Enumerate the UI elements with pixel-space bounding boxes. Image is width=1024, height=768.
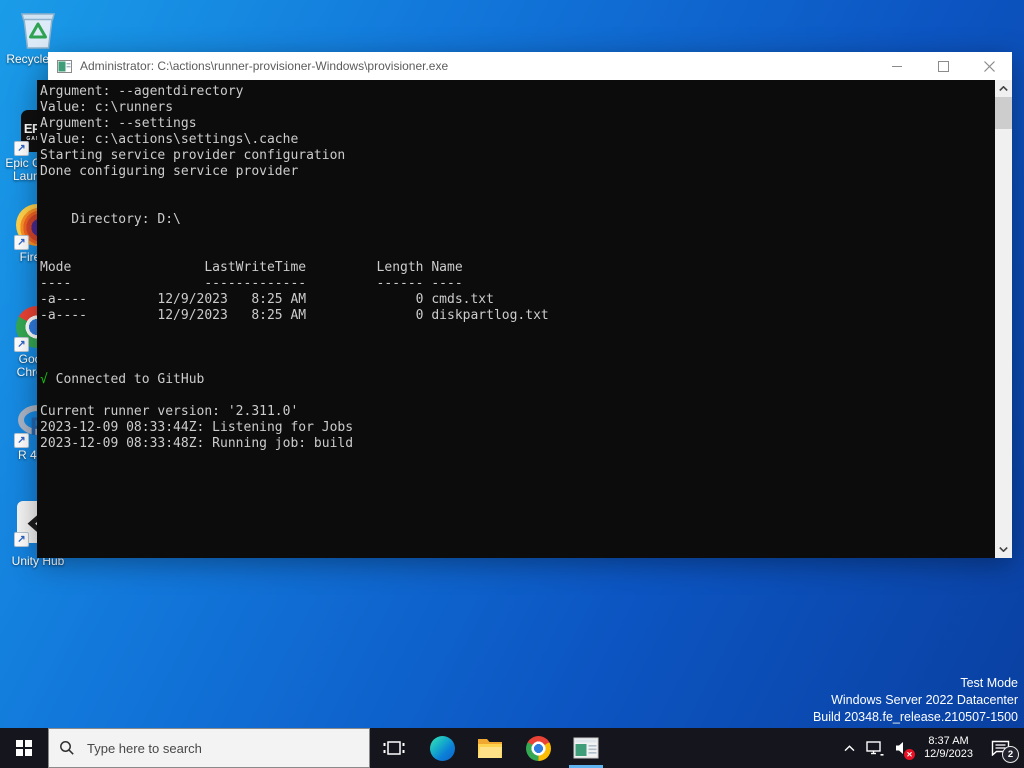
- file-explorer-taskbar-button[interactable]: [466, 728, 514, 768]
- console-scrollbar[interactable]: [995, 80, 1012, 558]
- network-icon: [866, 740, 884, 756]
- maximize-icon: [937, 60, 949, 72]
- console-line: Current runner version: '2.311.0': [40, 404, 299, 419]
- system-info-line: Windows Server 2022 Datacenter: [831, 693, 1018, 707]
- scroll-up-button[interactable]: [995, 80, 1012, 97]
- edge-icon: [429, 735, 455, 761]
- console-line: Argument: --settings: [40, 116, 197, 131]
- system-info: Test Mode Windows Server 2022 Datacenter…: [813, 675, 1018, 726]
- start-button[interactable]: [0, 728, 48, 768]
- chevron-up-icon: [844, 744, 855, 751]
- console-line: Done configuring service provider: [40, 164, 299, 179]
- desktop: Recycle Bin EPIC GAMES ↗ Epic Games Laun…: [0, 0, 1024, 768]
- console-line: 2023-12-09 08:33:44Z: Listening for Jobs: [40, 420, 354, 435]
- shortcut-arrow-icon: ↗: [14, 433, 29, 448]
- clock-time: 8:37 AM: [928, 735, 969, 747]
- chrome-taskbar-button[interactable]: [514, 728, 562, 768]
- system-info-line: Build 20348.fe_release.210507-1500: [812, 710, 1018, 724]
- shortcut-arrow-icon: ↗: [14, 141, 29, 156]
- shortcut-arrow-icon: ↗: [14, 235, 29, 250]
- chrome-icon: [525, 735, 551, 761]
- console-line: Value: c:\runners: [40, 100, 174, 115]
- mute-badge: ✕: [904, 749, 916, 760]
- console-line: -a---- 12/9/2023 8:25 AM 0 cmds.txt: [40, 292, 494, 307]
- console-app-icon: [57, 59, 72, 73]
- maximize-button[interactable]: [920, 52, 966, 80]
- tray-clock[interactable]: 8:37 AM 12/9/2023: [917, 728, 980, 768]
- console-window-icon: [573, 737, 599, 759]
- console-output: Argument: --agentdirectory Value: c:\runn…: [40, 84, 994, 452]
- file-explorer-icon: [478, 739, 502, 758]
- recycle-bin-icon: [16, 6, 60, 50]
- console-line: Mode LastWriteTime Length Name: [40, 260, 463, 275]
- action-center-button[interactable]: 2: [980, 728, 1020, 768]
- console-line: Directory: D:\: [40, 212, 181, 227]
- minimize-button[interactable]: [874, 52, 920, 80]
- minimize-icon: [892, 65, 902, 67]
- console-line: Value: c:\actions\settings\.cache: [40, 132, 299, 147]
- console-line: Argument: --agentdirectory: [40, 84, 244, 99]
- task-view-icon: [383, 741, 405, 755]
- scroll-down-button[interactable]: [995, 541, 1012, 558]
- taskbar: ✕ 8:37 AM 12/9/2023 2: [0, 728, 1024, 768]
- clock-date: 12/9/2023: [924, 748, 973, 760]
- edge-taskbar-button[interactable]: [418, 728, 466, 768]
- close-button[interactable]: [966, 52, 1012, 80]
- chevron-down-icon: [999, 547, 1008, 552]
- search-icon: [60, 741, 74, 755]
- console-client-area[interactable]: Argument: --agentdirectory Value: c:\runn…: [37, 80, 1012, 558]
- window-title-bar[interactable]: Administrator: C:\actions\runner-provisi…: [48, 52, 1012, 80]
- volume-tray-button[interactable]: ✕: [889, 728, 917, 768]
- task-view-button[interactable]: [370, 728, 418, 768]
- system-info-line: Test Mode: [960, 676, 1018, 690]
- console-window: Administrator: C:\actions\runner-provisi…: [37, 52, 1012, 558]
- network-tray-button[interactable]: [861, 728, 889, 768]
- taskbar-search[interactable]: [48, 728, 370, 768]
- tray-overflow-button[interactable]: [837, 728, 861, 768]
- close-icon: [983, 60, 995, 72]
- windows-logo-icon: [16, 740, 32, 756]
- console-line: √ Connected to GitHub: [40, 372, 205, 387]
- console-line: 2023-12-09 08:33:48Z: Running job: build: [40, 436, 354, 451]
- notification-count-badge: 2: [1002, 746, 1019, 763]
- shortcut-arrow-icon: ↗: [14, 532, 29, 547]
- system-tray: ✕ 8:37 AM 12/9/2023 2: [837, 728, 1024, 768]
- check-mark-icon: √: [40, 372, 48, 387]
- console-line: -a---- 12/9/2023 8:25 AM 0 diskpartlog.t…: [40, 308, 549, 323]
- chevron-up-icon: [999, 86, 1008, 91]
- scrollbar-thumb[interactable]: [995, 97, 1012, 129]
- shortcut-arrow-icon: ↗: [14, 337, 29, 352]
- console-line: ---- ------------- ------ ----: [40, 276, 463, 291]
- window-title: Administrator: C:\actions\runner-provisi…: [80, 59, 449, 73]
- console-taskbar-button[interactable]: [562, 728, 610, 768]
- console-line: Starting service provider configuration: [40, 148, 346, 163]
- search-input[interactable]: [85, 739, 329, 757]
